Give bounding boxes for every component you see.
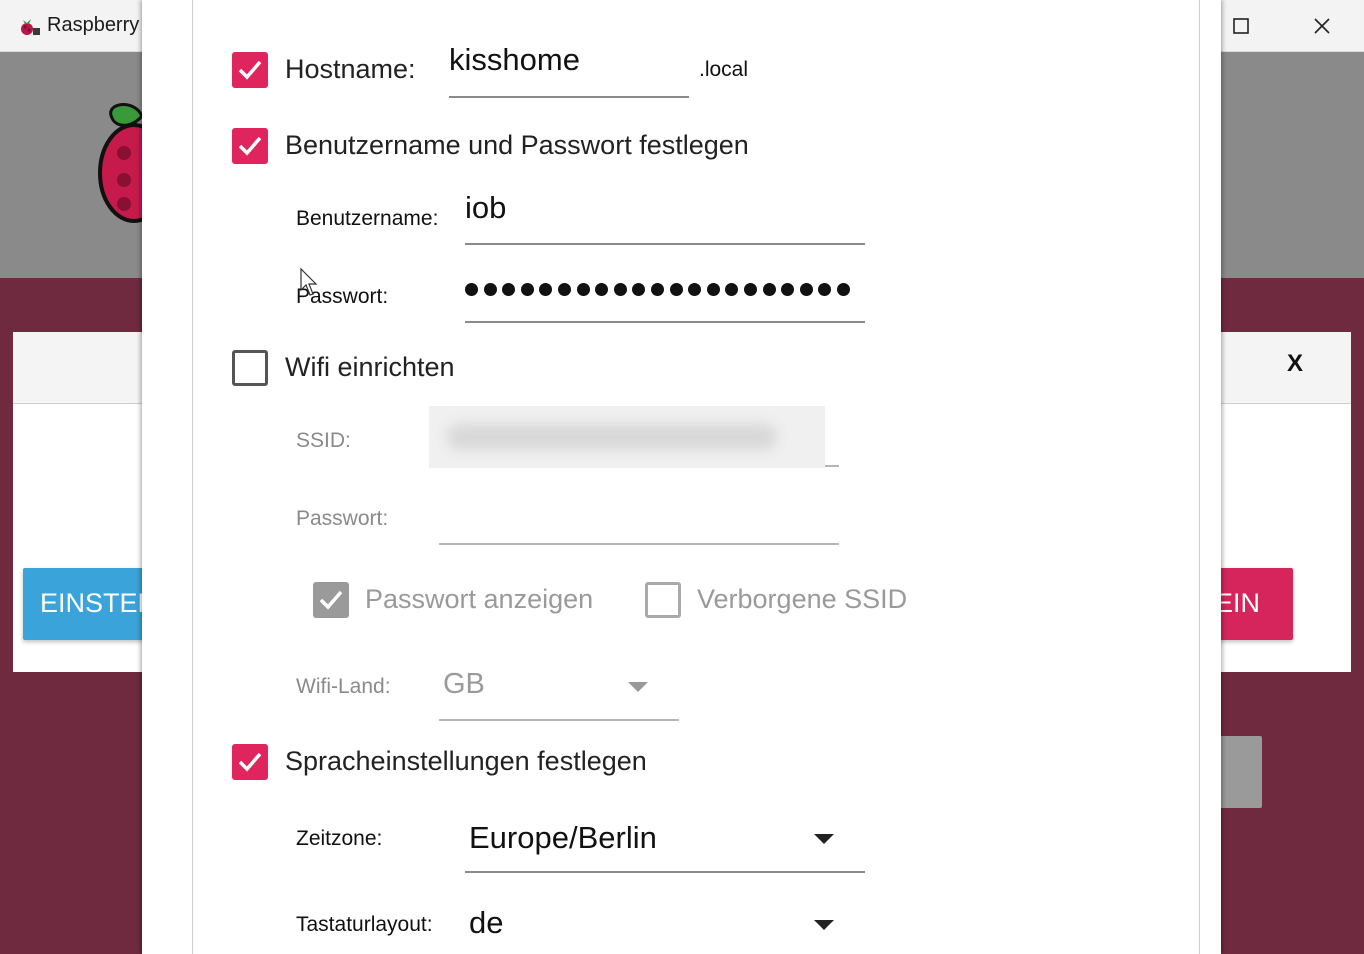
password-mask-dot <box>557 283 571 296</box>
maximize-icon <box>1233 18 1249 34</box>
password-mask-dot <box>669 283 683 296</box>
hostname-checkbox[interactable] <box>232 52 268 88</box>
show-password-label: Passwort anzeigen <box>365 584 594 614</box>
password-mask-dot <box>725 283 739 296</box>
password-mask-dot <box>483 283 497 296</box>
locale-label: Spracheinstellungen festlegen <box>285 746 647 776</box>
hidden-ssid-checkbox[interactable] <box>645 582 681 618</box>
password-mask-dot <box>613 283 627 296</box>
close-icon <box>1314 18 1330 34</box>
ssid-underline <box>825 465 839 467</box>
ssid-label: SSID: <box>296 429 351 452</box>
checkmark-icon <box>319 590 343 610</box>
password-mask-dot <box>688 283 702 296</box>
chevron-down-icon <box>814 834 834 844</box>
password-mask-dot <box>539 283 553 296</box>
show-password-checkbox[interactable] <box>313 582 349 618</box>
wifi-password-label: Passwort: <box>296 507 389 530</box>
checkmark-icon <box>238 60 262 80</box>
mouse-cursor-icon <box>300 268 318 296</box>
password-mask-dot <box>706 283 720 296</box>
password-input[interactable] <box>465 283 850 296</box>
hostname-label: Hostname: <box>285 54 416 84</box>
timezone-select[interactable]: Europe/Berlin <box>469 820 657 856</box>
checkmark-icon <box>238 136 262 156</box>
settings-scroll-area: Hostname: kisshome .local Benutzername u… <box>192 0 1200 954</box>
raspberry-icon <box>21 19 40 35</box>
wifi-country-select[interactable]: GB <box>443 668 485 701</box>
password-mask-dot <box>632 283 646 296</box>
checkmark-icon <box>238 752 262 772</box>
hostname-input[interactable]: kisshome <box>449 42 580 78</box>
hidden-ssid-label: Verborgene SSID <box>697 584 908 614</box>
username-input[interactable]: iob <box>465 190 506 226</box>
wifi-checkbox[interactable] <box>232 350 268 386</box>
password-mask-dot <box>502 283 516 296</box>
password-mask-dot <box>781 283 795 296</box>
username-label: Benutzername: <box>296 207 439 230</box>
password-underline <box>465 321 865 323</box>
password-mask-dot <box>465 283 478 296</box>
maximize-button[interactable] <box>1221 10 1261 42</box>
wifi-password-input[interactable] <box>439 543 839 545</box>
password-mask-dot <box>576 283 590 296</box>
username-underline <box>465 243 865 245</box>
timezone-underline <box>465 871 865 873</box>
keyboard-select[interactable]: de <box>469 905 503 941</box>
hostname-underline <box>449 96 689 98</box>
timezone-label: Zeitzone: <box>296 827 383 850</box>
window-close-button[interactable] <box>1302 10 1342 42</box>
password-mask-dot <box>762 283 776 296</box>
password-mask-dot <box>520 283 534 296</box>
wifi-label: Wifi einrichten <box>285 352 455 382</box>
background-dialog-close[interactable]: X <box>1287 350 1303 378</box>
credentials-checkbox[interactable] <box>232 128 268 164</box>
password-mask-dot <box>836 283 850 296</box>
password-mask-dot <box>799 283 813 296</box>
ssid-input[interactable] <box>429 406 825 468</box>
window-title: Raspberry <box>47 14 140 36</box>
credentials-label: Benutzername und Passwort festlegen <box>285 130 749 160</box>
chevron-down-icon <box>628 682 648 692</box>
locale-checkbox[interactable] <box>232 744 268 780</box>
password-mask-dot <box>595 283 609 296</box>
chevron-down-icon <box>814 920 834 930</box>
password-mask-dot <box>650 283 664 296</box>
password-mask-dot <box>743 283 757 296</box>
password-mask-dot <box>818 283 832 296</box>
wifi-country-underline <box>439 719 679 721</box>
keyboard-label: Tastaturlayout: <box>296 913 433 936</box>
wifi-country-label: Wifi-Land: <box>296 675 391 698</box>
settings-dialog: Hostname: kisshome .local Benutzername u… <box>142 0 1221 954</box>
hostname-suffix: .local <box>699 58 749 81</box>
ssid-redacted <box>447 424 777 450</box>
